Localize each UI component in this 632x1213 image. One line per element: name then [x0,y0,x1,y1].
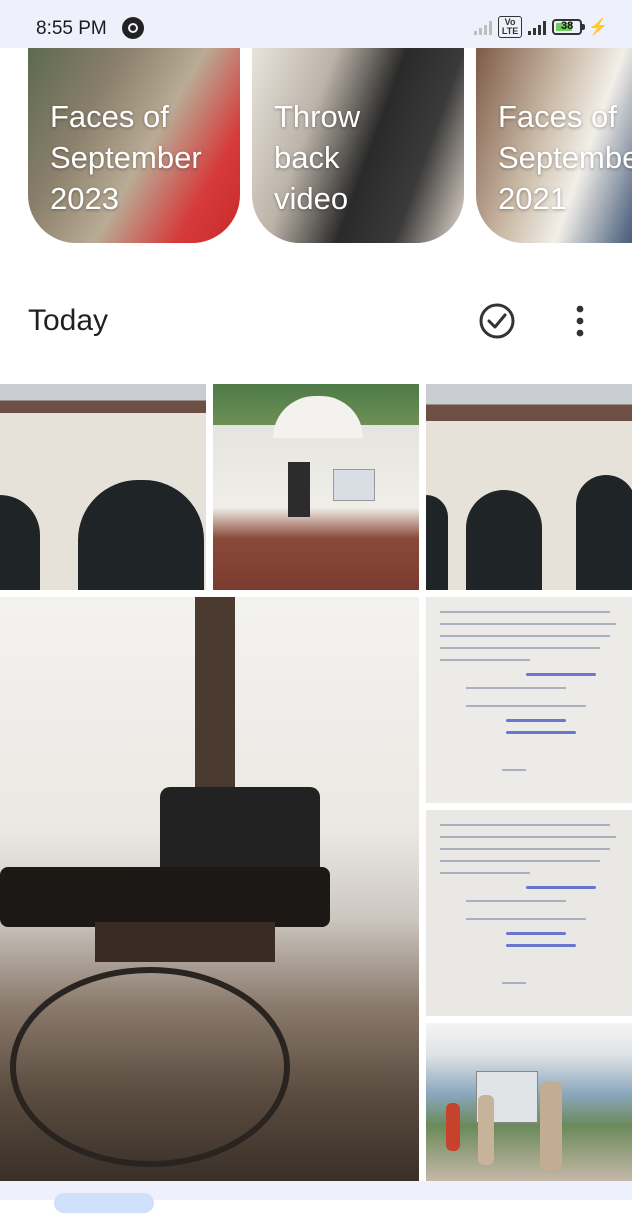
bicycle-corridor-photo[interactable] [0,597,419,1181]
status-time: 8:55 PM [36,18,107,39]
memory-card[interactable]: Throw back video [252,48,464,243]
memory-card[interactable]: Faces of September 2021 [476,48,632,243]
handwritten-document-photo[interactable] [426,597,632,803]
building-arches-photo-2[interactable] [426,384,632,590]
volte-icon: Vo LTE [498,16,523,38]
nav-active-indicator[interactable] [54,1193,154,1213]
memories-carousel[interactable]: Faces of September 2023 Throw back video… [0,48,632,244]
building-arches-photo[interactable] [0,384,206,590]
bottom-navigation-bar [0,1181,632,1213]
charging-icon: ⚡ [588,19,608,36]
status-indicators: Vo LTE 38 ⚡ [474,16,608,38]
section-title: Today [28,304,109,337]
handwritten-document-photo-2[interactable] [426,810,632,1016]
memory-title: Faces of September 2021 [498,99,632,216]
memory-title: Throw back video [274,99,361,216]
check-circle-icon [479,303,515,339]
notification-app-icon [122,17,144,39]
more-vert-icon [576,305,584,337]
signal-sim2-icon [474,19,493,35]
domed-building-photo[interactable] [213,384,419,590]
memory-title: Faces of September 2023 [50,99,202,216]
status-bar: 8:55 PM Vo LTE 38 ⚡ [0,0,632,48]
select-all-button[interactable] [478,302,516,340]
battery-level: 38 [560,20,574,32]
battery-icon: 38 [552,19,586,35]
police-officers-photo[interactable] [426,1023,632,1181]
more-options-button[interactable] [566,302,594,340]
memory-card[interactable]: Faces of September 2023 [28,48,240,243]
signal-sim1-icon [528,19,547,35]
